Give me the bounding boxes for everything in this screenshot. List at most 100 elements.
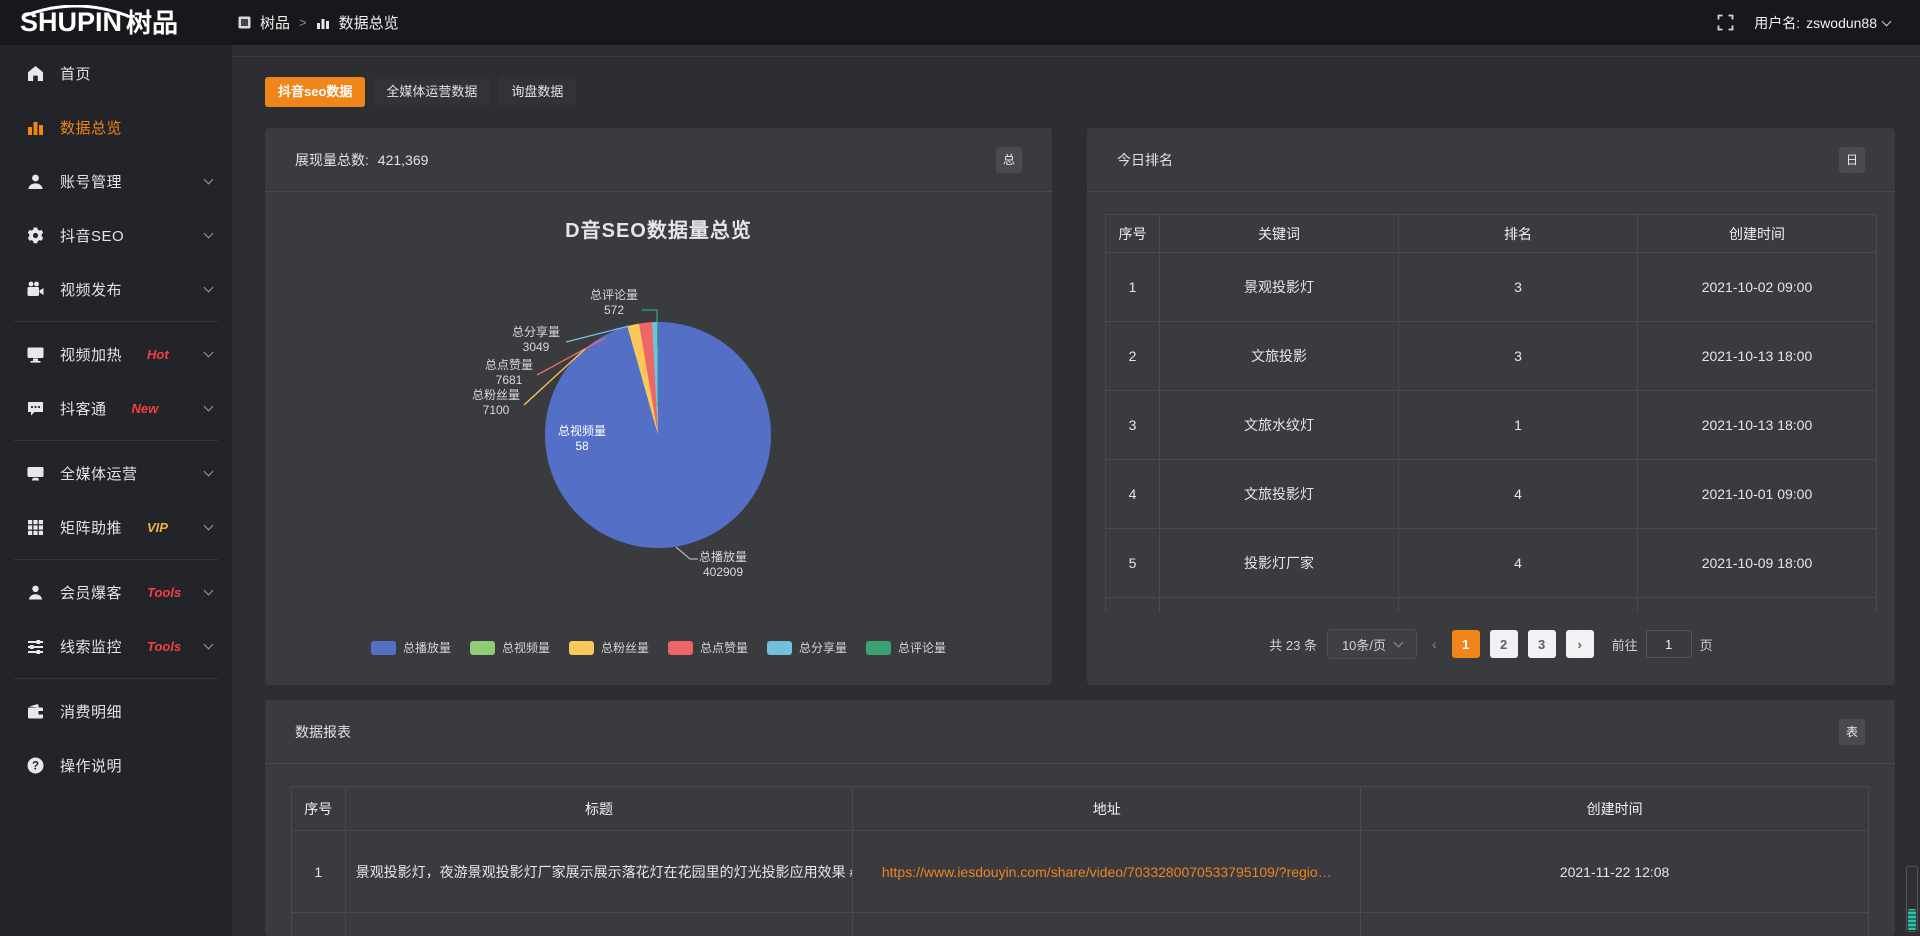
main-content: 抖音seo数据 全媒体运营数据 询盘数据 展现量总数: 421,369 总 D音… [232, 45, 1920, 936]
goto-page-input[interactable] [1646, 630, 1692, 658]
video-link[interactable]: https://www.iesdouyin.com/share/video/70… [882, 864, 1332, 880]
pie-label-comments: 总评论量572 [584, 288, 644, 318]
breadcrumb-root[interactable]: 树品 [260, 12, 290, 33]
grid-icon [26, 518, 45, 537]
pagination: 共 23 条 10条/页 ‹ 1 2 3 › 前往 页 [1087, 629, 1895, 659]
chevron-down-icon [204, 467, 214, 477]
sidebar-item-video-heat[interactable]: 视频加热 Hot [0, 327, 232, 381]
help-circle-icon: ? [26, 756, 45, 775]
sidebar-divider [14, 678, 218, 679]
sidebar-item-video-publish[interactable]: 视频发布 [0, 262, 232, 316]
pie-label-fans: 总粉丝量7100 [466, 388, 526, 418]
bar-chart-icon [316, 16, 330, 30]
next-page-button[interactable]: › [1566, 630, 1594, 658]
table-row-clipped [292, 913, 1869, 936]
sidebar-divider [14, 440, 218, 441]
tools-badge: Tools [147, 639, 181, 654]
table-row: 5投影灯厂家 42021-10-09 18:00 [1106, 529, 1877, 598]
breadcrumb-separator: > [299, 15, 307, 30]
video-camera-icon [26, 280, 45, 299]
sidebar-item-accounts[interactable]: 账号管理 [0, 154, 232, 208]
table-header-row: 序号 标题 地址 创建时间 [292, 787, 1869, 831]
table-view-button[interactable]: 表 [1839, 719, 1865, 745]
impressions-total: 展现量总数: 421,369 [295, 150, 428, 170]
tools-badge: Tools [147, 585, 181, 600]
scrollbar[interactable] [1906, 866, 1918, 932]
header-divider [232, 45, 1920, 57]
vip-badge: VIP [147, 520, 168, 535]
chevron-down-icon [204, 402, 214, 412]
report-card-header: 数据报表 表 [265, 700, 1895, 764]
topbar-right: 用户名: zswodun88 [1717, 13, 1920, 33]
screen-icon [26, 345, 45, 364]
total-view-button[interactable]: 总 [996, 147, 1022, 173]
sidebar-item-home[interactable]: 首页 [0, 46, 232, 100]
sidebar-item-data-overview[interactable]: 数据总览 [0, 100, 232, 154]
pie-label-plays: 总播放量402909 [691, 550, 755, 580]
sidebar-item-omnimedia[interactable]: 全媒体运营 [0, 446, 232, 500]
chat-bubble-icon [26, 399, 45, 418]
user-icon [26, 172, 45, 191]
chevron-down-icon [204, 640, 214, 650]
table-row-clipped [1106, 598, 1877, 613]
chevron-down-icon [1394, 638, 1404, 648]
app-logo: SHUPIN 树品 [0, 9, 232, 36]
tab-omnimedia-data[interactable]: 全媒体运营数据 [373, 77, 490, 107]
tab-inquiry-data[interactable]: 询盘数据 [498, 77, 576, 107]
page-button-1[interactable]: 1 [1452, 630, 1480, 658]
user-menu[interactable]: 用户名: zswodun88 [1754, 13, 1890, 33]
report-table: 序号 标题 地址 创建时间 1 景观投影灯，夜游景观投影灯厂家展示展示落花灯在花… [291, 786, 1869, 936]
prev-page-button[interactable]: ‹ [1427, 636, 1442, 652]
ranking-title: 今日排名 [1117, 150, 1173, 170]
sidebar-item-matrix-boost[interactable]: 矩阵助推 VIP [0, 500, 232, 554]
home-icon [26, 64, 45, 83]
table-row: 1景观投影灯 32021-10-02 09:00 [1106, 253, 1877, 322]
new-badge: New [132, 401, 159, 416]
sidebar-item-member-booster[interactable]: 会员爆客 Tools [0, 565, 232, 619]
report-table-wrap: 序号 标题 地址 创建时间 1 景观投影灯，夜游景观投影灯厂家展示展示落花灯在花… [291, 786, 1869, 936]
top-bar: SHUPIN 树品 树品 > 数据总览 用户名: zswodun88 [0, 0, 1920, 45]
fullscreen-icon[interactable] [1717, 14, 1734, 31]
sidebar-item-douketong[interactable]: 抖客通 New [0, 381, 232, 435]
logo-arc [20, 5, 132, 17]
legend-swatch [569, 641, 594, 655]
legend-item[interactable]: 总粉丝量 [569, 639, 649, 656]
user-label: 用户名: [1754, 13, 1800, 33]
chevron-down-icon [204, 586, 214, 596]
legend-swatch [767, 641, 792, 655]
chevron-down-icon [204, 229, 214, 239]
bar-chart-icon [26, 118, 45, 137]
report-card: 数据报表 表 序号 标题 地址 创建时间 1 景观投影灯，夜游景观投影灯 [265, 700, 1895, 936]
legend-item[interactable]: 总分享量 [767, 639, 847, 656]
sidebar-item-douyin-seo[interactable]: 抖音SEO [0, 208, 232, 262]
scrollbar-thumb[interactable] [1908, 909, 1916, 930]
shupin-square-icon [238, 16, 251, 29]
sliders-icon [26, 637, 45, 656]
breadcrumb-current[interactable]: 数据总览 [339, 12, 399, 33]
legend-swatch [470, 641, 495, 655]
sidebar-item-lead-monitor[interactable]: 线索监控 Tools [0, 619, 232, 673]
sidebar-divider [14, 321, 218, 322]
chevron-down-icon [204, 348, 214, 358]
legend-item[interactable]: 总评论量 [866, 639, 946, 656]
pie-label-shares: 总分享量3049 [506, 325, 566, 355]
page-button-3[interactable]: 3 [1528, 630, 1556, 658]
chevron-down-icon [204, 521, 214, 531]
data-tabs: 抖音seo数据 全媒体运营数据 询盘数据 [265, 77, 1920, 107]
legend-item[interactable]: 总播放量 [371, 639, 451, 656]
daily-view-button[interactable]: 日 [1839, 147, 1865, 173]
table-row: 2文旅投影 32021-10-13 18:00 [1106, 322, 1877, 391]
page-button-2[interactable]: 2 [1490, 630, 1518, 658]
legend-item[interactable]: 总点赞量 [668, 639, 748, 656]
sidebar-item-help[interactable]: ? 操作说明 [0, 738, 232, 792]
chevron-down-icon [1882, 16, 1892, 26]
sidebar-item-expense-detail[interactable]: 消费明细 [0, 684, 232, 738]
overview-card: 展现量总数: 421,369 总 D音SEO数据量总览 总评论量572 总分享量… [265, 128, 1052, 685]
legend-item[interactable]: 总视频量 [470, 639, 550, 656]
page-size-select[interactable]: 10条/页 [1327, 629, 1417, 659]
pagination-total: 共 23 条 [1269, 635, 1317, 654]
user-filled-icon [26, 583, 45, 602]
logo-text-cn: 树品 [126, 10, 178, 36]
tab-douyin-seo-data[interactable]: 抖音seo数据 [265, 77, 365, 107]
pie-leader-lines [265, 192, 1052, 684]
